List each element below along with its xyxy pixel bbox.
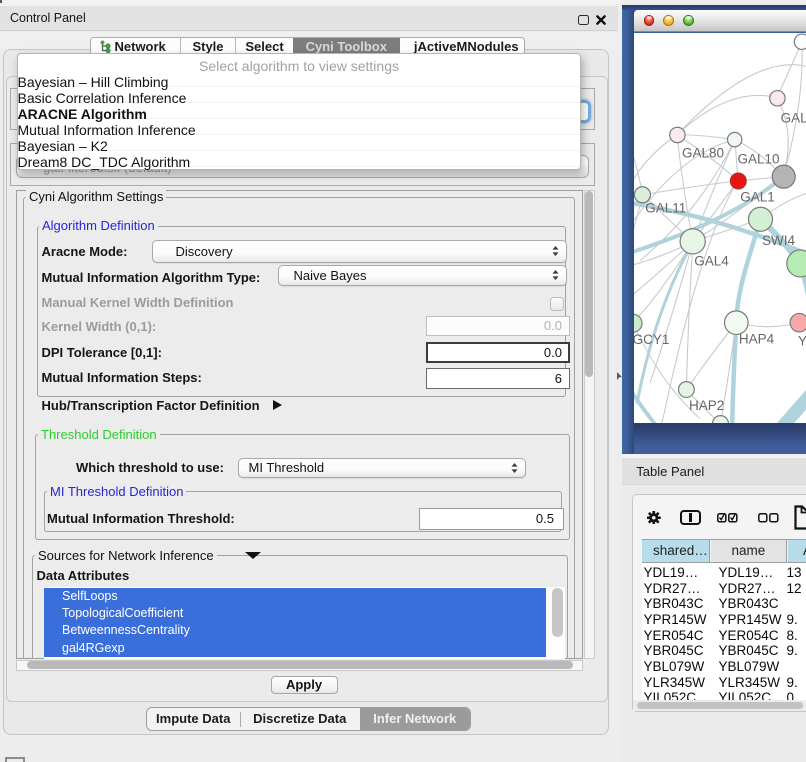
svg-text:GAL4: GAL4: [694, 253, 729, 268]
svg-text:Y: Y: [798, 333, 806, 348]
svg-text:GCY1: GCY1: [634, 331, 669, 346]
svg-text:HAP2: HAP2: [689, 397, 724, 412]
svg-text:GAL1: GAL1: [740, 189, 775, 204]
svg-text:GAL80: GAL80: [682, 145, 724, 160]
svg-text:SWI4: SWI4: [762, 232, 795, 247]
svg-text:HAP4: HAP4: [739, 331, 775, 346]
svg-text:GAL10: GAL10: [738, 151, 780, 166]
svg-text:GAL11: GAL11: [645, 200, 686, 215]
svg-text:GAL8: GAL8: [781, 110, 806, 125]
